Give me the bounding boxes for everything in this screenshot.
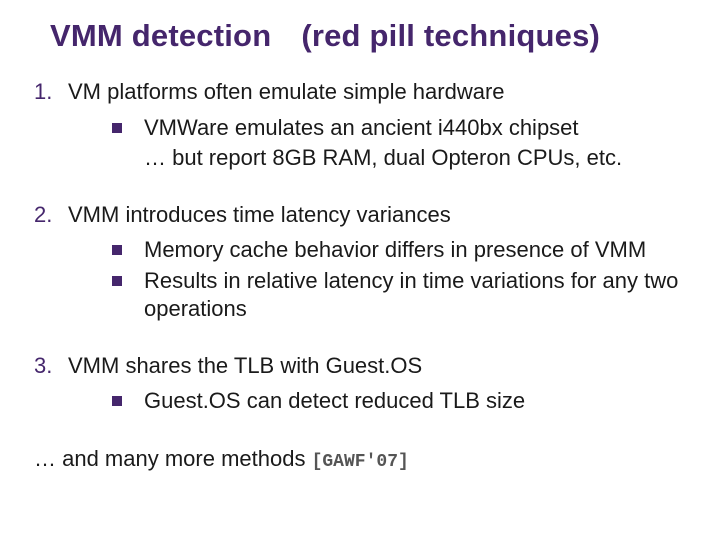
point-1-subs: VMWare emulates an ancient i440bx chipse… <box>112 114 686 173</box>
citation: [GAWF'07] <box>312 452 409 472</box>
sub-text-wrap: VMWare emulates an ancient i440bx chipse… <box>144 114 686 173</box>
bullet-square-icon <box>112 276 122 286</box>
point-3: 3. VMM shares the TLB with Guest.OS Gues… <box>34 352 686 416</box>
sub-text: Memory cache behavior differs in presenc… <box>144 236 686 265</box>
sub-text: Guest.OS can detect reduced TLB size <box>144 387 686 416</box>
sub-text: VMWare emulates an ancient i440bx chipse… <box>144 115 579 140</box>
point-text: VMM shares the TLB with Guest.OS <box>68 352 422 380</box>
sub-item: VMWare emulates an ancient i440bx chipse… <box>112 114 686 173</box>
point-text: VM platforms often emulate simple hardwa… <box>68 78 505 106</box>
point-3-subs: Guest.OS can detect reduced TLB size <box>112 387 686 416</box>
point-1-header: 1. VM platforms often emulate simple har… <box>34 78 686 106</box>
title-part-a: VMM detection <box>50 18 271 53</box>
sub-continuation: … but report 8GB RAM, dual Opteron CPUs,… <box>144 144 686 173</box>
sub-item: Guest.OS can detect reduced TLB size <box>112 387 686 416</box>
point-2: 2. VMM introduces time latency variances… <box>34 201 686 324</box>
sub-item: Memory cache behavior differs in presenc… <box>112 236 686 265</box>
bullet-square-icon <box>112 245 122 255</box>
point-number: 1. <box>34 78 68 106</box>
closing-text: … and many more methods <box>34 446 312 471</box>
point-text: VMM introduces time latency variances <box>68 201 451 229</box>
point-2-subs: Memory cache behavior differs in presenc… <box>112 236 686 324</box>
title-part-b: (red pill techniques) <box>301 18 600 53</box>
point-1: 1. VM platforms often emulate simple har… <box>34 78 686 173</box>
slide-title: VMM detection (red pill techniques) <box>50 18 686 54</box>
point-3-header: 3. VMM shares the TLB with Guest.OS <box>34 352 686 380</box>
point-number: 2. <box>34 201 68 229</box>
slide: VMM detection (red pill techniques) 1. VM… <box>0 0 720 540</box>
sub-item: Results in relative latency in time vari… <box>112 267 686 324</box>
sub-text: Results in relative latency in time vari… <box>144 267 686 324</box>
point-number: 3. <box>34 352 68 380</box>
bullet-square-icon <box>112 396 122 406</box>
point-2-header: 2. VMM introduces time latency variances <box>34 201 686 229</box>
bullet-square-icon <box>112 123 122 133</box>
closing-line: … and many more methods [GAWF'07] <box>34 446 686 472</box>
